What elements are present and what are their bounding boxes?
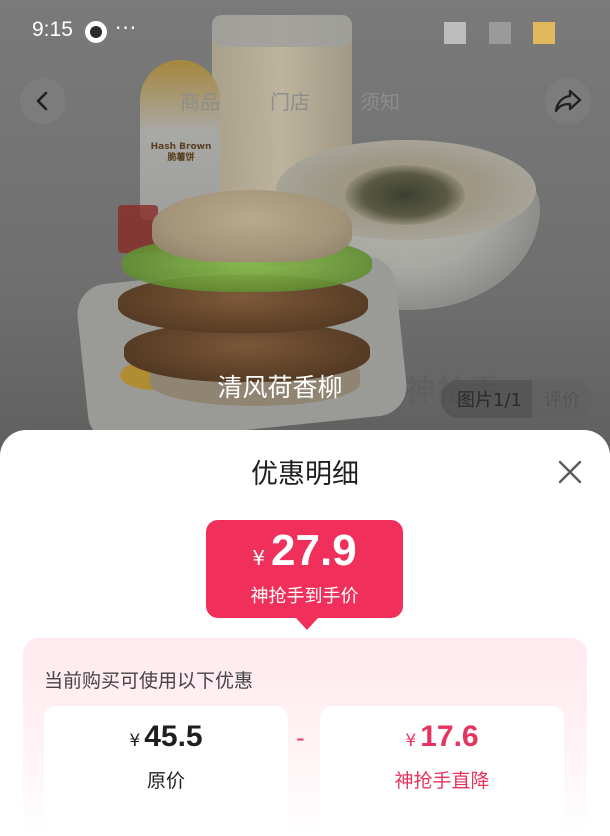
porridge-topping bbox=[345, 165, 465, 225]
chevron-left-icon bbox=[36, 91, 48, 111]
hash-brown-package-text: Hash Brown 脆薯饼 bbox=[150, 142, 212, 163]
reduction-value: 17.6 bbox=[420, 720, 479, 753]
back-button[interactable] bbox=[20, 78, 66, 124]
final-price-value: 27.9 bbox=[271, 526, 357, 575]
status-indicator-icon bbox=[533, 22, 555, 44]
original-price-value: 45.5 bbox=[144, 720, 203, 753]
status-indicator-icon bbox=[489, 22, 511, 44]
status-time: 9:15 bbox=[32, 18, 73, 41]
final-price: ¥ 27.9 bbox=[206, 526, 403, 576]
minus-sign: - bbox=[296, 724, 305, 752]
tab-notice[interactable]: 须知 bbox=[360, 86, 400, 115]
original-price-label: 原价 bbox=[146, 770, 185, 792]
glass-rim bbox=[212, 15, 352, 47]
discount-heading: 当前购买可使用以下优惠 bbox=[44, 670, 254, 692]
original-price-card: ¥ 45.5 原价 bbox=[44, 706, 288, 836]
discount-breakdown: 当前购买可使用以下优惠 ¥ 45.5 原价 - ¥ 17.6 神抢手直降 bbox=[23, 638, 587, 836]
price-reduction-card: ¥ 17.6 神抢手直降 bbox=[320, 706, 564, 836]
status-more-dots: ··· bbox=[115, 16, 138, 40]
share-icon bbox=[554, 89, 582, 113]
currency-symbol: ¥ bbox=[405, 731, 417, 751]
reduction-label: 神抢手直降 bbox=[394, 770, 490, 792]
currency-symbol: ¥ bbox=[129, 731, 141, 751]
share-button[interactable] bbox=[545, 78, 591, 124]
tab-product[interactable]: 商品 bbox=[180, 86, 220, 115]
original-price: ¥ 45.5 bbox=[44, 720, 288, 754]
sheet-title: 优惠明细 bbox=[251, 459, 359, 490]
notification-icon bbox=[85, 21, 107, 43]
image-counter-label[interactable]: 图片1/1 bbox=[457, 386, 522, 412]
currency-symbol: ¥ bbox=[252, 546, 266, 570]
nav-tabs: 商品 门店 须知 bbox=[180, 86, 400, 115]
image-counter: 图片1/1 评价 bbox=[441, 380, 592, 418]
status-indicator-icon bbox=[444, 22, 466, 44]
reduction-amount: ¥ 17.6 bbox=[320, 720, 564, 754]
final-price-label: 神抢手到手价 bbox=[250, 586, 359, 607]
final-price-tag: ¥ 27.9 神抢手到手价 bbox=[206, 520, 403, 630]
muffin-top bbox=[152, 190, 352, 262]
discount-detail-sheet: 优惠明细 ¥ 27.9 神抢手到手价 当前购买可使用以下优惠 ¥ 45.5 原价… bbox=[0, 430, 610, 836]
close-icon bbox=[558, 460, 582, 484]
review-tab[interactable]: 评价 bbox=[531, 380, 592, 418]
close-button[interactable] bbox=[554, 456, 586, 488]
tab-store[interactable]: 门店 bbox=[270, 86, 310, 115]
